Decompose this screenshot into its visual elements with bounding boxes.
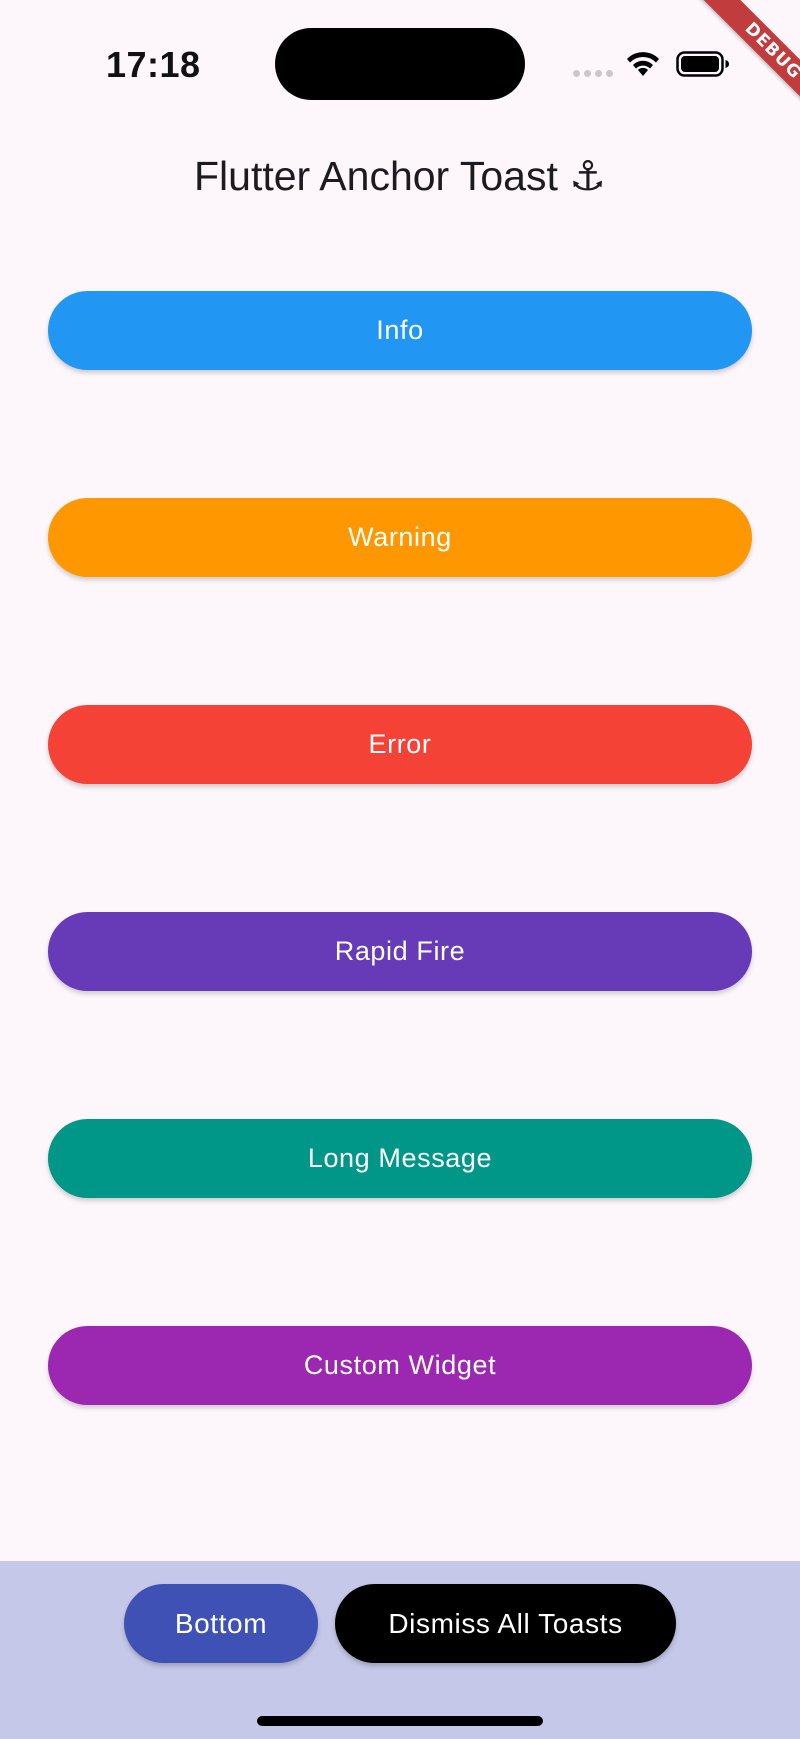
page-title: Flutter Anchor Toast ⚓ <box>193 153 607 199</box>
long-message-button[interactable]: Long Message <box>48 1119 752 1198</box>
position-bottom-button[interactable]: Bottom <box>124 1584 318 1663</box>
custom-widget-button[interactable]: Custom Widget <box>48 1326 752 1405</box>
debug-banner-label: DEBUG <box>696 0 800 128</box>
debug-banner: DEBUG <box>670 0 800 130</box>
dynamic-island <box>275 28 525 100</box>
error-button[interactable]: Error <box>48 705 752 784</box>
bottom-bar: Bottom Dismiss All Toasts <box>0 1561 800 1739</box>
status-time: 17:18 <box>106 44 201 85</box>
home-indicator <box>257 1716 543 1726</box>
warning-button[interactable]: Warning <box>48 498 752 577</box>
wifi-icon <box>627 52 659 76</box>
rapid-fire-button[interactable]: Rapid Fire <box>48 912 752 991</box>
cellular-signal-icon <box>573 70 613 78</box>
dismiss-all-button[interactable]: Dismiss All Toasts <box>335 1584 676 1663</box>
info-button[interactable]: Info <box>48 291 752 370</box>
